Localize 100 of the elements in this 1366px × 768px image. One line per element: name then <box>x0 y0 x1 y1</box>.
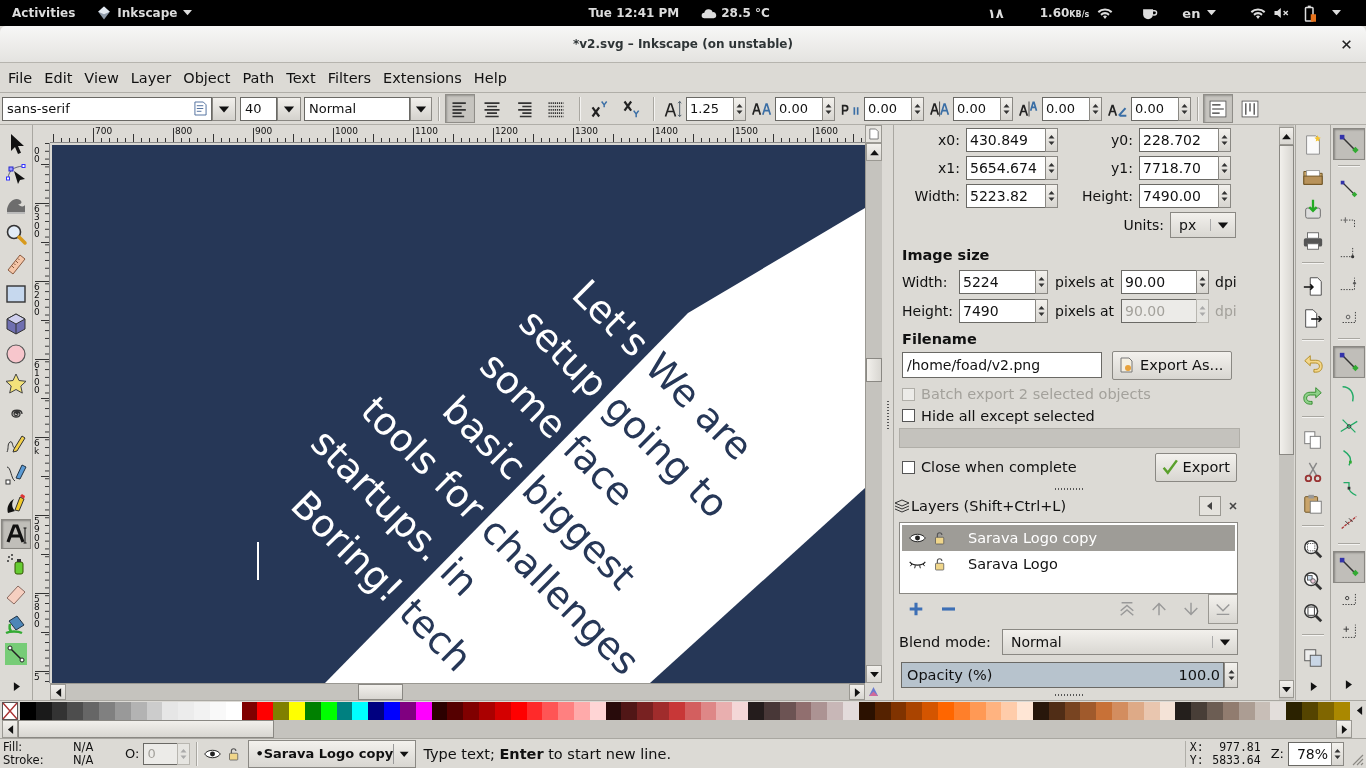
spin-button[interactable] <box>1035 269 1048 294</box>
iconify-button[interactable] <box>1199 495 1221 516</box>
dropdown-button[interactable] <box>212 96 236 121</box>
swatch-icon[interactable] <box>1302 701 1318 720</box>
horizontal-text-button[interactable] <box>1203 94 1233 123</box>
spin-button[interactable] <box>1089 96 1102 121</box>
swatch-icon[interactable] <box>1033 701 1049 720</box>
vertical-scrollbar[interactable] <box>1279 125 1294 700</box>
scroll-thumb[interactable] <box>358 684 403 700</box>
app-menu[interactable]: Inkscape <box>117 6 178 20</box>
font-family-field[interactable]: sans-serif <box>2 96 212 121</box>
menu-item[interactable]: Object <box>177 66 237 89</box>
horizontal-scrollbar[interactable] <box>2 720 1352 738</box>
scroll-thumb[interactable] <box>18 720 274 738</box>
menu-item[interactable]: Text <box>280 66 322 89</box>
layer-row[interactable]: Sarava Logo <box>902 550 1235 577</box>
spin-button[interactable] <box>911 96 924 121</box>
none-swatch-icon[interactable] <box>2 701 18 720</box>
swatch-icon[interactable] <box>1207 701 1223 720</box>
menu-item[interactable]: Filters <box>321 66 378 89</box>
toggle-snap-button[interactable] <box>1332 128 1365 160</box>
swatch-icon[interactable] <box>843 701 859 720</box>
dropdown-button[interactable] <box>410 96 432 121</box>
number-field[interactable]: 7490.00 <box>1139 184 1218 208</box>
export-button[interactable]: Export <box>1155 452 1237 482</box>
swatch-icon[interactable] <box>732 701 749 720</box>
number-field[interactable]: 5654.674 <box>966 156 1045 180</box>
current-layer-dropdown[interactable]: •Sarava Logo copy <box>248 739 417 768</box>
swatch-icon[interactable] <box>938 701 954 720</box>
scroll-down-button[interactable] <box>866 665 882 683</box>
align-left-button[interactable] <box>445 94 475 123</box>
swatch-icon[interactable] <box>558 701 574 720</box>
horizontal-scrollbar[interactable] <box>50 683 865 700</box>
spin-button[interactable] <box>1178 96 1191 121</box>
number-field[interactable]: 0.00 <box>864 96 911 121</box>
opacity-slider[interactable]: Opacity (%) 100.0 <box>901 662 1224 689</box>
swatch-icon[interactable] <box>1191 701 1208 720</box>
indicator-text[interactable]: ۱۸ <box>987 5 1004 21</box>
swatch-icon[interactable] <box>99 701 115 720</box>
others-snap-button[interactable] <box>1332 551 1365 583</box>
swatch-icon[interactable] <box>1017 701 1033 720</box>
swatch-icon[interactable] <box>1112 701 1128 720</box>
scroll-up-button[interactable] <box>866 143 882 161</box>
scroll-up-button[interactable] <box>1279 127 1294 145</box>
swatch-icon[interactable] <box>1096 701 1113 720</box>
swatch-icon[interactable] <box>67 701 84 720</box>
resize-grip-icon[interactable] <box>1350 752 1364 766</box>
clock[interactable]: Tue 12:41 PM <box>588 6 680 20</box>
swatch-icon[interactable] <box>653 701 669 720</box>
swatch-icon[interactable] <box>748 701 764 720</box>
swatch-icon[interactable] <box>811 701 828 720</box>
spin-button[interactable] <box>1196 269 1209 294</box>
spin-button[interactable] <box>1000 96 1013 121</box>
blend-mode-dropdown[interactable]: Normal <box>1002 628 1238 655</box>
export-as-button[interactable]: Export As... <box>1112 350 1232 380</box>
pane-handle[interactable] <box>1054 487 1085 490</box>
swatch-icon[interactable] <box>194 701 210 720</box>
pane-handle[interactable] <box>886 401 889 431</box>
spin-button[interactable] <box>1218 184 1231 208</box>
menu-item[interactable]: Help <box>467 66 513 89</box>
spin-button[interactable] <box>1045 128 1058 152</box>
vertical-scrollbar[interactable] <box>865 143 882 683</box>
weather-reading[interactable]: 28.5 °C <box>721 6 770 20</box>
spin-button[interactable] <box>1218 128 1231 152</box>
spin-button[interactable] <box>1331 741 1344 766</box>
pane-handle[interactable] <box>1054 694 1085 697</box>
open-padlock-icon[interactable] <box>934 556 946 571</box>
scroll-left-button[interactable] <box>50 684 66 700</box>
open-padlock-icon[interactable] <box>934 530 946 545</box>
nodes-snap-button[interactable] <box>1332 346 1365 378</box>
language-menu[interactable]: en <box>1182 5 1201 21</box>
number-field[interactable]: 430.849 <box>966 128 1045 152</box>
swatch-icon[interactable] <box>368 701 385 720</box>
spin-button[interactable] <box>822 96 835 121</box>
checkbox[interactable] <box>902 409 915 423</box>
spin-button[interactable] <box>1045 156 1058 180</box>
number-field[interactable]: 0.00 <box>953 96 1000 121</box>
swatch-icon[interactable] <box>257 701 274 720</box>
pixels-field[interactable]: 7490 <box>959 298 1035 323</box>
font-style-field[interactable]: Normal <box>304 96 410 121</box>
menu-item[interactable]: Extensions <box>377 66 468 89</box>
swatch-icon[interactable] <box>542 701 559 720</box>
swatch-icon[interactable] <box>1001 701 1018 720</box>
text-tool-button[interactable] <box>1 519 31 549</box>
spin-button[interactable] <box>1035 298 1048 323</box>
scroll-right-button[interactable] <box>849 684 865 700</box>
swatch-icon[interactable] <box>637 701 654 720</box>
units-dropdown[interactable]: px <box>1170 212 1236 238</box>
menu-item[interactable]: Edit <box>38 66 79 89</box>
number-field[interactable]: 0.00 <box>775 96 822 121</box>
dropdown-button[interactable] <box>277 96 301 121</box>
swatch-icon[interactable] <box>922 701 939 720</box>
spin-button[interactable] <box>733 96 746 121</box>
swatch-icon[interactable] <box>1270 701 1287 720</box>
swatch-icon[interactable] <box>447 701 464 720</box>
swatch-icon[interactable] <box>827 701 844 720</box>
swatch-icon[interactable] <box>273 701 290 720</box>
menu-item[interactable]: View <box>78 66 125 89</box>
swatch-icon[interactable] <box>479 701 495 720</box>
font-size-field[interactable]: 40 <box>240 96 277 121</box>
